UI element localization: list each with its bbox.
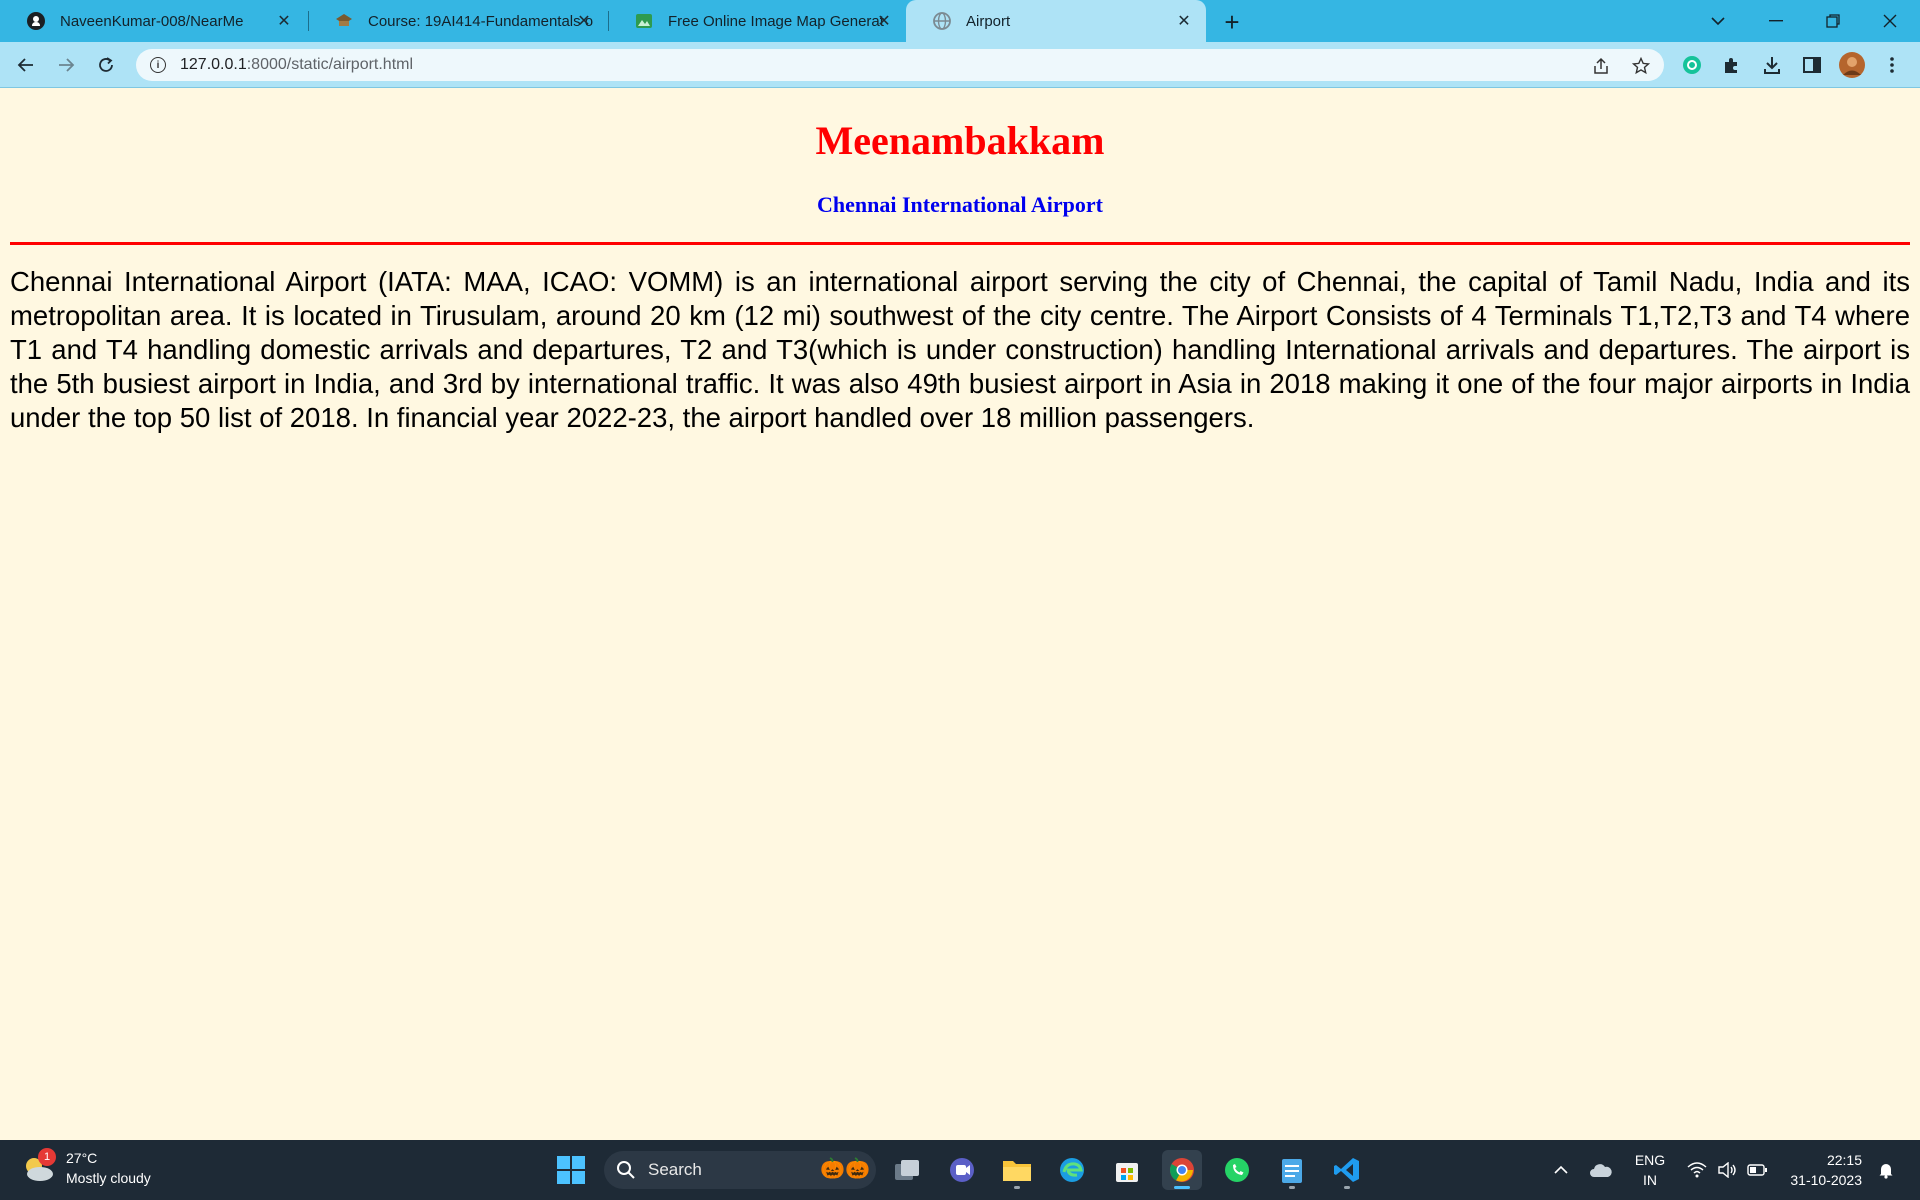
whatsapp-icon [1225,1158,1249,1182]
store-icon [1116,1163,1138,1182]
notepad-button[interactable] [1272,1150,1312,1190]
download-icon[interactable] [1756,49,1788,81]
more-menu-icon[interactable] [1876,49,1908,81]
side-panel-icon[interactable] [1796,49,1828,81]
region-code: IN [1643,1172,1657,1188]
url-path: :8000/static/airport.html [246,56,414,73]
taskbar-search[interactable]: Search 🎃🎃 [604,1151,876,1189]
tab-label: Airport [966,12,1011,30]
profile-avatar[interactable] [1836,49,1868,81]
arrow-left-icon [17,58,33,72]
cloud-icon [1590,1164,1612,1177]
browser-tab-strip: NaveenKumar-008/NearMe ✕ Course: 19AI414… [0,0,1920,42]
weather-description: Mostly cloudy [66,1170,151,1186]
taskbar: 1 27°C Mostly cloudy Search 🎃🎃 ENG IN 22… [0,1140,1920,1200]
file-explorer-button[interactable] [997,1150,1037,1190]
language-indicator[interactable]: ENG IN [1630,1150,1670,1190]
tab-label: Course: 19AI414-Fundamentals o [368,12,594,30]
grammarly-icon[interactable] [1676,49,1708,81]
tab-image-map[interactable]: Free Online Image Map Generat ✕ [608,0,906,42]
teams-chat-button[interactable] [942,1150,982,1190]
tab-github[interactable]: NaveenKumar-008/NearMe ✕ [0,0,306,42]
onedrive-button[interactable] [1586,1140,1616,1200]
close-window-button[interactable] [1862,0,1918,42]
task-view-button[interactable] [887,1150,927,1190]
close-icon[interactable]: ✕ [874,11,894,31]
weather-widget[interactable]: 1 27°C Mostly cloudy [20,1148,151,1188]
language-code: ENG [1634,1152,1666,1168]
close-icon[interactable]: ✕ [1174,11,1194,31]
folder-icon [1003,1161,1031,1181]
store-button[interactable] [1107,1150,1147,1190]
close-icon [1883,14,1897,28]
volume-icon[interactable] [1714,1140,1740,1200]
whatsapp-button[interactable] [1217,1150,1257,1190]
notepad-icon [1282,1159,1302,1183]
new-tab-button[interactable]: + [1218,7,1246,37]
tab-search-button[interactable] [1690,0,1746,42]
minimize-icon [1769,20,1783,22]
forward-button[interactable] [50,49,82,81]
tab-airport[interactable]: Airport ✕ [906,0,1206,42]
vscode-icon [1334,1158,1359,1182]
search-icon [617,1161,635,1179]
course-icon [334,11,354,31]
minimize-button[interactable] [1748,0,1804,42]
search-label: Search [648,1160,702,1179]
task-view-icon [895,1160,919,1180]
back-button[interactable] [10,49,42,81]
clock[interactable]: 22:15 31-10-2023 [1776,1150,1862,1190]
browser-toolbar: i 127.0.0.1:8000/static/airport.html [0,42,1920,88]
edge-button[interactable] [1052,1150,1092,1190]
url-host: 127.0.0.1 [180,56,247,73]
globe-icon [932,11,952,31]
close-icon[interactable]: ✕ [274,11,294,31]
notifications-bell-icon[interactable] [1872,1140,1900,1200]
tab-label: Free Online Image Map Generat [668,12,884,30]
clock-date: 31-10-2023 [1790,1172,1862,1188]
show-hidden-icons-button[interactable] [1548,1140,1574,1200]
site-info-icon[interactable]: i [150,57,166,73]
windows-icon [557,1156,585,1184]
chat-icon [950,1158,974,1182]
url-text: 127.0.0.1:8000/static/airport.html [180,56,413,74]
body-paragraph: Chennai International Airport (IATA: MAA… [10,266,1910,433]
address-bar[interactable]: i 127.0.0.1:8000/static/airport.html [136,49,1664,81]
clock-time: 22:15 [1826,1152,1862,1168]
arrow-right-icon [59,58,75,72]
page-subtitle: Chennai International Airport [816,192,1104,217]
chevron-up-icon [1554,1165,1568,1174]
bookmark-star-icon[interactable] [1630,55,1652,77]
chevron-down-icon [1711,17,1725,26]
restore-icon [1826,14,1840,28]
chrome-icon [1169,1158,1194,1182]
image-map-icon [634,11,654,31]
page-title: Meenambakkam [815,118,1105,163]
cloud-moon-icon: 1 [20,1148,56,1186]
horizontal-rule [10,242,1910,245]
reload-button[interactable] [90,49,122,81]
vscode-button[interactable] [1327,1150,1367,1190]
tab-label: NaveenKumar-008/NearMe [60,12,244,30]
start-button[interactable] [551,1150,591,1190]
tab-course[interactable]: Course: 19AI414-Fundamentals o ✕ [308,0,606,42]
share-icon[interactable] [1590,55,1612,77]
battery-icon[interactable] [1744,1140,1770,1200]
reload-icon [99,57,113,72]
weather-temperature: 27°C [66,1150,98,1166]
edge-icon [1060,1158,1084,1182]
wifi-icon[interactable] [1684,1140,1710,1200]
halloween-pumpkin-icon: 🎃🎃 [820,1158,870,1180]
chrome-button[interactable] [1162,1150,1202,1190]
notification-badge: 1 [38,1148,56,1166]
restore-button[interactable] [1805,0,1861,42]
github-icon [26,11,46,31]
page-content: Meenambakkam Chennai International Airpo… [0,89,1920,1140]
close-icon[interactable]: ✕ [574,11,594,31]
extensions-icon[interactable] [1716,49,1748,81]
